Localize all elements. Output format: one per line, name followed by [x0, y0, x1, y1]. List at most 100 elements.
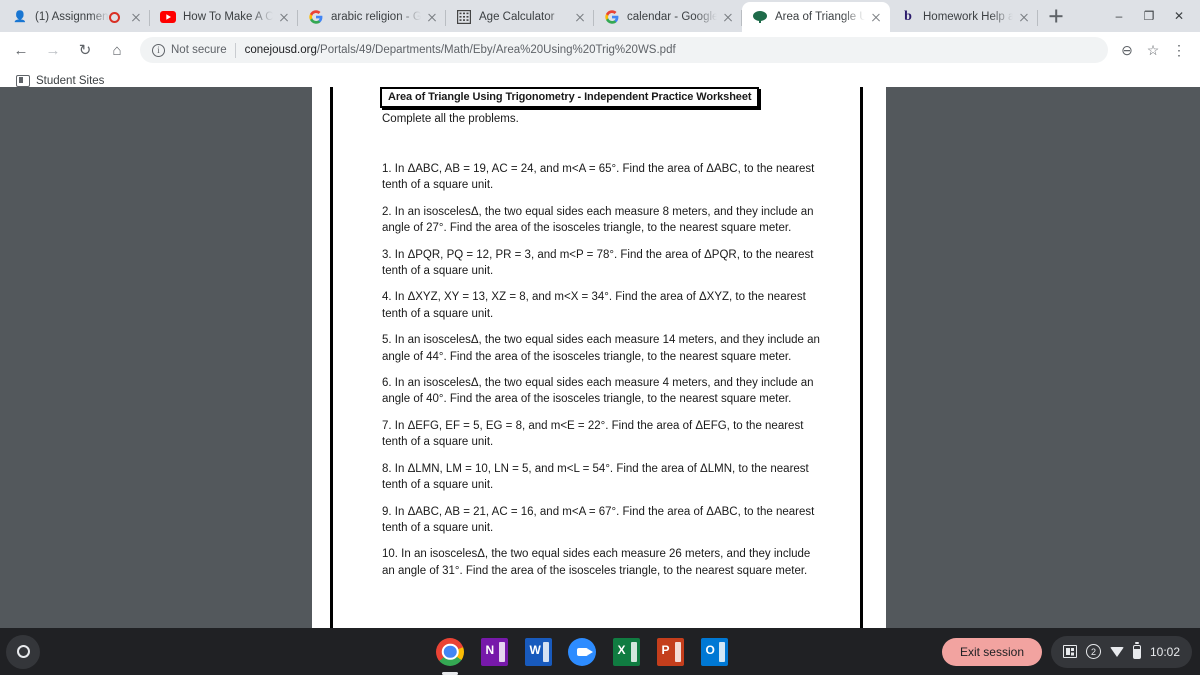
toolbar-right-icons: ⊖ ☆ ⋮: [1114, 37, 1192, 63]
outlook-app-icon: O: [700, 637, 728, 666]
browser-tab-5[interactable]: calendar - Google Se: [594, 2, 742, 32]
wifi-icon[interactable]: [1109, 646, 1124, 657]
brainly-icon: b: [904, 9, 912, 24]
problem-item: 10. In an isoscelesΔ, the two equal side…: [382, 548, 811, 577]
shelf-item-powerpoint[interactable]: P: [655, 637, 685, 667]
chrome-app-icon: [436, 637, 464, 666]
shelf-item-word[interactable]: W: [523, 637, 553, 667]
url-domain: conejousd.org: [244, 44, 317, 56]
pdf-tree-icon: [752, 9, 768, 25]
maximize-button[interactable]: ❐: [1134, 1, 1164, 31]
tab-close-icon[interactable]: [276, 9, 292, 25]
tab-title: Area of Triangle Usi: [775, 11, 865, 23]
worksheet-instruction: Complete all the problems.: [382, 113, 519, 125]
problem-item: 4. In ΔXYZ, XY = 13, XZ = 8, and m<X = 3…: [382, 291, 806, 320]
youtube-icon: [160, 9, 176, 25]
zoom-app-icon: [568, 637, 596, 666]
shelf-item-outlook[interactable]: O: [699, 637, 729, 667]
tab-close-icon[interactable]: [868, 9, 884, 25]
browser-window: 👤 (1) Assignments How To Make A Cha arab…: [0, 0, 1200, 675]
tab-close-icon[interactable]: [720, 9, 736, 25]
page-left-rule: [330, 87, 333, 628]
tab-close-icon[interactable]: [572, 9, 588, 25]
reload-icon: ↻: [78, 42, 92, 59]
new-tab-button[interactable]: [1042, 2, 1070, 30]
zoom-out-icon[interactable]: ⊖: [1114, 37, 1140, 63]
shelf-item-excel[interactable]: X: [611, 637, 641, 667]
problem-item: 3. In ΔPQR, PQ = 12, PR = 3, and m<P = 7…: [382, 248, 814, 278]
bookmark-star-icon[interactable]: ☆: [1140, 37, 1166, 63]
worksheet-title-box: Area of Triangle Using Trigonometry - In…: [380, 87, 760, 108]
tab-strip: 👤 (1) Assignments How To Make A Cha arab…: [0, 0, 1200, 32]
home-icon: ⌂: [112, 41, 122, 59]
word-app-icon: W: [524, 637, 552, 666]
url-path: /Portals/49/Departments/Math/Eby/Area%20…: [316, 44, 676, 56]
address-bar[interactable]: i Not secure conejousd.org/Portals/49/De…: [140, 37, 1108, 63]
tab-title: Age Calculator: [479, 11, 555, 23]
arrow-right-icon: →: [45, 41, 61, 59]
onenote-letter: N: [485, 642, 495, 657]
browser-tab-2[interactable]: How To Make A Cha: [150, 2, 298, 32]
tab-close-icon[interactable]: [424, 9, 440, 25]
problem-item: 2. In an isoscelesΔ, the two equal sides…: [382, 205, 814, 235]
pdf-page: Area of Triangle Using Trigonometry - In…: [312, 87, 886, 628]
running-indicator: [442, 672, 458, 675]
powerpoint-app-icon: P: [656, 637, 684, 666]
notification-count-badge[interactable]: 2: [1085, 644, 1101, 659]
folder-icon: [16, 74, 30, 87]
browser-tab-7[interactable]: b Homework Help an: [890, 2, 1038, 32]
minimize-button[interactable]: –: [1104, 1, 1134, 31]
shelf-item-chrome[interactable]: [435, 637, 465, 675]
shelf-item-zoom[interactable]: [567, 637, 597, 667]
maximize-icon: ❐: [1143, 9, 1155, 23]
tab-title: Homework Help an: [923, 11, 1013, 23]
outlook-letter: O: [705, 642, 715, 657]
bookmark-label: Student Sites: [36, 74, 105, 87]
system-tray[interactable]: 2 10:02: [1050, 635, 1192, 668]
tab-title: calendar - Google Se: [627, 11, 717, 23]
problem-item: 6. In an isoscelesΔ, the two equal sides…: [382, 377, 814, 406]
omnibox-divider: [234, 42, 236, 58]
excel-app-icon: X: [612, 637, 640, 666]
minimize-icon: –: [1115, 9, 1123, 23]
reload-button[interactable]: ↻: [72, 37, 98, 63]
excel-letter: X: [617, 642, 626, 657]
tab-close-icon[interactable]: [128, 9, 144, 25]
problem-item: 9. In ΔABC, AB = 21, AC = 16, and m<A = …: [382, 505, 815, 534]
clock-label[interactable]: 10:02: [1150, 645, 1180, 659]
chrome-menu-icon[interactable]: ⋮: [1166, 37, 1192, 63]
teams-icon: 👤: [13, 10, 27, 23]
back-button[interactable]: ←: [8, 37, 34, 63]
problem-list: 1. In ΔABC, AB = 19, AC = 24, and m<A = …: [382, 161, 826, 579]
home-button[interactable]: ⌂: [104, 37, 130, 63]
tab-close-icon[interactable]: [1016, 9, 1032, 25]
browser-tab-4[interactable]: Age Calculator: [446, 2, 594, 32]
shelf-app-list: N W X P O: [435, 637, 729, 675]
tab-title: arabic religion - Goo: [331, 11, 421, 23]
security-status-label: Not secure: [171, 44, 227, 56]
onenote-app-icon: N: [480, 637, 508, 666]
battery-icon[interactable]: [1132, 644, 1141, 659]
shelf-item-onenote[interactable]: N: [479, 637, 509, 667]
calculator-icon: [456, 9, 472, 25]
close-window-button[interactable]: ✕: [1164, 1, 1194, 31]
powerpoint-letter: P: [661, 642, 670, 657]
launcher-icon: [16, 645, 30, 658]
launcher-button[interactable]: [6, 634, 40, 669]
pdf-viewer[interactable]: Area of Triangle Using Trigonometry - In…: [0, 87, 1200, 628]
url-text: conejousd.org/Portals/49/Departments/Mat…: [245, 44, 676, 56]
close-icon: ✕: [1173, 9, 1185, 23]
network-status-icon[interactable]: [1062, 645, 1077, 658]
exit-session-button[interactable]: Exit session: [941, 637, 1042, 666]
browser-tab-1[interactable]: 👤 (1) Assignments: [2, 2, 150, 32]
browser-tab-6-active[interactable]: Area of Triangle Usi: [742, 2, 890, 32]
browser-tab-3[interactable]: arabic religion - Goo: [298, 2, 446, 32]
window-controls: – ❐ ✕: [1104, 0, 1200, 32]
browser-toolbar: ← → ↻ ⌂ i Not secure conejousd.org/Porta…: [0, 32, 1200, 68]
word-letter: W: [529, 642, 541, 657]
problem-item: 8. In ΔLMN, LM = 10, LN = 5, and m<L = 5…: [382, 462, 809, 492]
chromeos-shelf: N W X P O Exit session 2 10:02: [0, 628, 1200, 675]
google-icon: [308, 9, 324, 25]
page-title: Area of Triangle Using Trigonometry - In…: [380, 87, 760, 108]
forward-button[interactable]: →: [40, 37, 66, 63]
